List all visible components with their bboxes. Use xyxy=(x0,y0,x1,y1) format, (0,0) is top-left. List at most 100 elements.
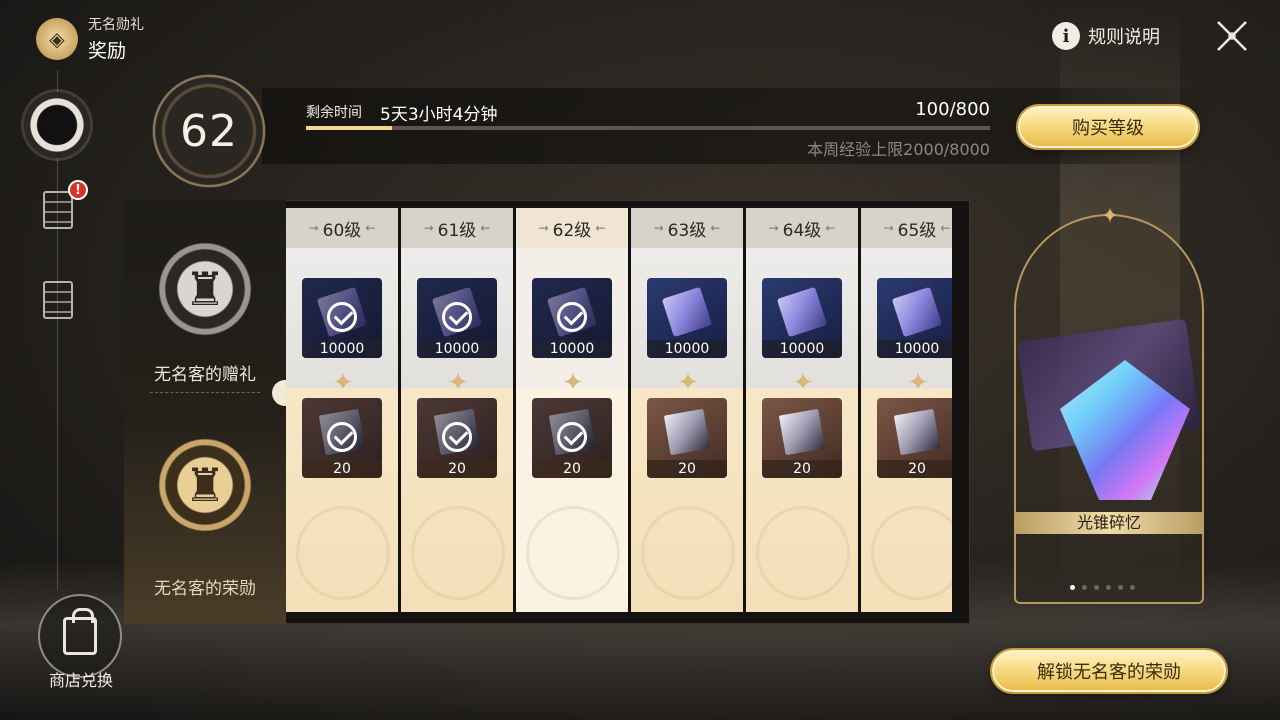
level-label: 63级 xyxy=(667,220,707,241)
carousel-dot[interactable] xyxy=(1118,585,1123,590)
level-label: 61级 xyxy=(437,220,477,241)
paid-reward-item[interactable]: 20 xyxy=(532,398,612,478)
arrow-icon: → xyxy=(883,221,894,235)
level-header: → 63级 ← xyxy=(631,208,743,248)
level-header: → 60级 ← xyxy=(286,208,398,248)
free-reward-item[interactable]: 10000 xyxy=(302,278,382,358)
rail-tab-pass[interactable] xyxy=(24,92,90,158)
tier-column: ♜ 无名客的赠礼 ♜ 无名客的荣勋 xyxy=(124,200,286,624)
free-reward-cell: 10000 ✦ xyxy=(861,248,952,396)
arrow-icon: ← xyxy=(940,221,951,235)
exp-progress-bar xyxy=(306,126,990,130)
free-reward-cell: 10000 ✦ xyxy=(631,248,743,396)
paid-reward-cell: 20 xyxy=(746,388,858,612)
reward-quantity: 10000 xyxy=(532,340,612,358)
paid-reward-item[interactable]: 20 xyxy=(647,398,727,478)
star-ornament-icon: ✦ xyxy=(1100,204,1120,229)
free-reward-item[interactable]: 10000 xyxy=(417,278,497,358)
carousel-dot[interactable] xyxy=(1106,585,1111,590)
level-columns: → 60级 ← 10000 ✦ 20 → 61级 ← 10000 ✦ 20 → 62级 ← 10000 ✦ 20 →… xyxy=(286,208,952,612)
reward-quantity: 10000 xyxy=(877,340,952,358)
pass-emblem-icon: ◈ xyxy=(36,17,78,60)
level-column[interactable]: → 64级 ← 10000 ✦ 20 xyxy=(746,208,860,612)
watermark-seal xyxy=(296,506,390,600)
reward-quantity: 20 xyxy=(302,460,382,478)
credit-ticket-icon xyxy=(891,286,943,338)
level-label: 64级 xyxy=(782,220,822,241)
current-level: 62 xyxy=(180,105,238,157)
alert-badge: ! xyxy=(68,180,88,200)
level-column[interactable]: → 63级 ← 10000 ✦ 20 xyxy=(631,208,745,612)
level-column[interactable]: → 65级 ← 10000 ✦ 20 xyxy=(861,208,952,612)
close-icon[interactable] xyxy=(1214,18,1250,54)
level-header: → 62级 ← xyxy=(516,208,628,248)
level-header: → 64级 ← xyxy=(746,208,858,248)
claimed-check-icon xyxy=(327,302,357,332)
exp-material-book-icon xyxy=(893,408,941,456)
rail-tab-missions[interactable]: ! xyxy=(42,180,88,230)
reward-quantity: 10000 xyxy=(762,340,842,358)
watermark-seal xyxy=(871,506,952,600)
level-label: 60级 xyxy=(322,220,362,241)
carousel-dot[interactable] xyxy=(1082,585,1087,590)
carousel-dot[interactable] xyxy=(1070,585,1075,590)
rules-label: 规则说明 xyxy=(1088,27,1160,48)
watermark-seal xyxy=(756,506,850,600)
arrow-icon: ← xyxy=(710,221,721,235)
paid-reward-item[interactable]: 20 xyxy=(417,398,497,478)
level-emblem: 62 xyxy=(150,72,268,190)
page-title: 奖励 xyxy=(88,40,127,62)
claimed-check-icon xyxy=(442,302,472,332)
watermark-seal xyxy=(526,506,620,600)
credit-ticket-icon xyxy=(776,286,828,338)
info-icon: i xyxy=(1052,22,1080,50)
paid-reward-cell: 20 xyxy=(286,388,398,612)
rules-button[interactable]: i 规则说明 xyxy=(1052,22,1160,50)
free-reward-item[interactable]: 10000 xyxy=(762,278,842,358)
level-column[interactable]: → 62级 ← 10000 ✦ 20 xyxy=(516,208,630,612)
free-tier: ♜ 无名客的赠礼 xyxy=(124,200,286,412)
free-reward-item[interactable]: 10000 xyxy=(532,278,612,358)
weekly-exp-cap: 本周经验上限2000/8000 xyxy=(807,140,990,159)
carousel-dot[interactable] xyxy=(1130,585,1135,590)
reward-quantity: 20 xyxy=(877,460,952,478)
header-subtitle: 无名勋礼 xyxy=(88,17,144,33)
arrow-icon: ← xyxy=(595,221,606,235)
free-reward-item[interactable]: 10000 xyxy=(647,278,727,358)
paid-reward-item[interactable]: 20 xyxy=(877,398,952,478)
free-reward-item[interactable]: 10000 xyxy=(877,278,952,358)
featured-reward-label: 光锥碎忆 xyxy=(1014,512,1204,534)
free-reward-cell: 10000 ✦ xyxy=(286,248,398,396)
exp-progress-fill xyxy=(306,126,392,130)
paid-reward-item[interactable]: 20 xyxy=(762,398,842,478)
paid-reward-cell: 20 xyxy=(401,388,513,612)
paid-reward-cell: 20 xyxy=(861,388,952,612)
reward-quantity: 10000 xyxy=(647,340,727,358)
level-column[interactable]: → 61级 ← 10000 ✦ 20 xyxy=(401,208,515,612)
arrow-icon: ← xyxy=(365,221,376,235)
arrow-icon: → xyxy=(423,221,434,235)
unlock-honor-button[interactable]: 解锁无名客的荣勋 xyxy=(992,650,1226,692)
level-header: → 65级 ← xyxy=(861,208,952,248)
level-column[interactable]: → 60级 ← 10000 ✦ 20 xyxy=(286,208,400,612)
rail-tab-info[interactable] xyxy=(42,280,74,320)
paid-reward-item[interactable]: 20 xyxy=(302,398,382,478)
free-tier-label: 无名客的赠礼 xyxy=(154,365,256,385)
shop-exchange-button[interactable] xyxy=(38,594,122,678)
carousel-dot[interactable] xyxy=(1094,585,1099,590)
paid-tier-emblem-icon: ♜ xyxy=(152,432,258,538)
remaining-time-value: 5天3小时4分钟 xyxy=(380,105,498,125)
reward-quantity: 20 xyxy=(417,460,497,478)
paid-reward-cell: 20 xyxy=(516,388,628,612)
arrow-icon: → xyxy=(768,221,779,235)
level-label: 62级 xyxy=(552,220,592,241)
reward-quantity: 20 xyxy=(647,460,727,478)
exp-material-book-icon xyxy=(778,408,826,456)
arrow-icon: ← xyxy=(825,221,836,235)
clipboard-icon xyxy=(43,191,73,229)
buy-level-button[interactable]: 购买等级 xyxy=(1018,106,1198,148)
reward-quantity: 10000 xyxy=(417,340,497,358)
free-reward-cell: 10000 ✦ xyxy=(401,248,513,396)
tier-divider xyxy=(150,392,260,393)
claimed-check-icon xyxy=(327,422,357,452)
